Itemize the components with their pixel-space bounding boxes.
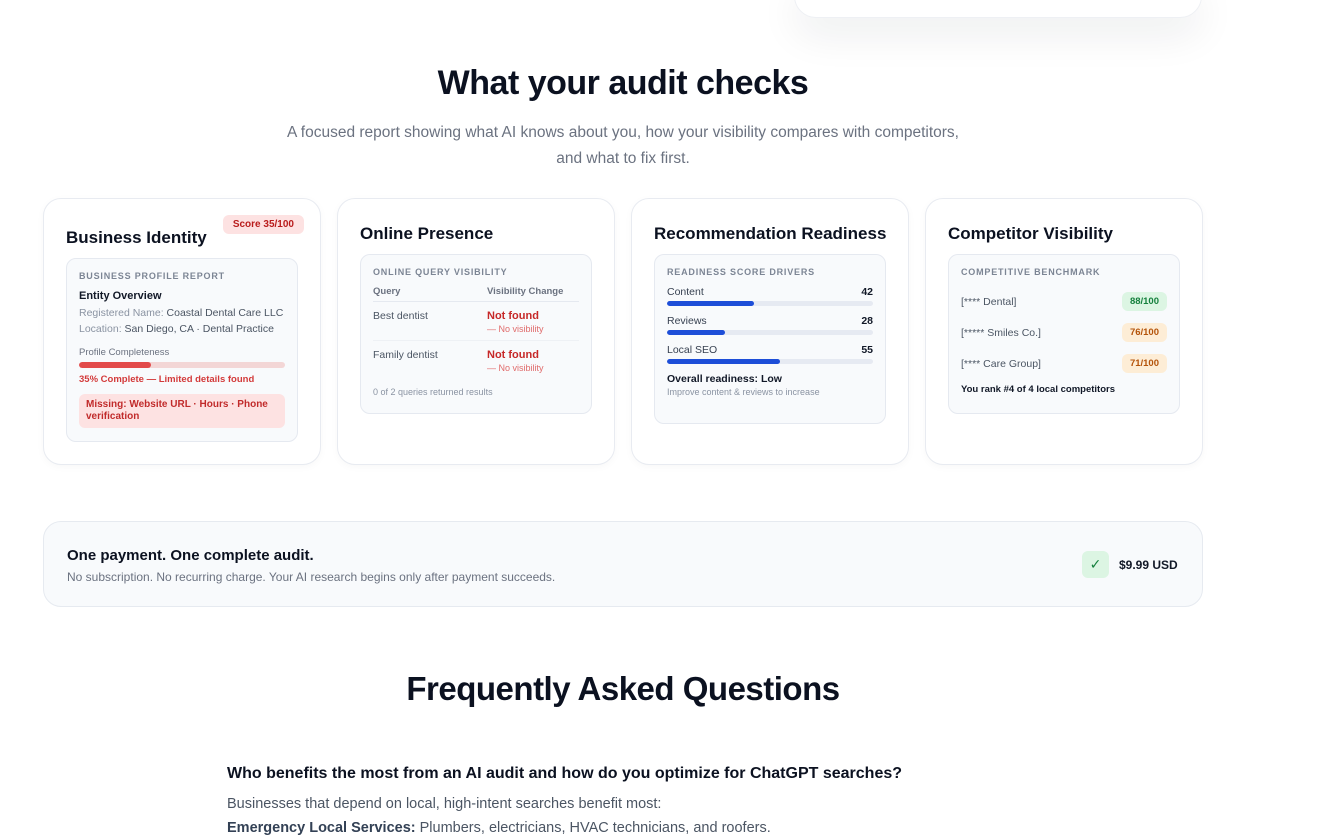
- table-row: Family dentist Not found — No visibility: [373, 341, 579, 380]
- faq-answer-intro: Businesses that depend on local, high-in…: [227, 796, 662, 812]
- panel-label: Readiness Score Drivers: [667, 267, 815, 277]
- overall-readiness: Overall readiness: Low: [667, 373, 782, 385]
- price-label: $9.99 USD: [1119, 558, 1178, 572]
- card-title: Online Presence: [360, 224, 494, 243]
- competitive-benchmark-panel: Competitive Benchmark [**** Dental] 88/1…: [948, 254, 1180, 414]
- status-not-found: Not found: [487, 310, 539, 322]
- faq-question[interactable]: Who benefits the most from an AI audit a…: [227, 765, 902, 783]
- previous-section-card: [794, 0, 1202, 18]
- driver-fill: [667, 301, 754, 306]
- driver-reviews: Reviews 28: [667, 315, 873, 335]
- table-header-row: Query Visibility Change: [373, 286, 579, 302]
- online-presence-card: Online Presence Online Query Visibility …: [337, 198, 615, 465]
- readiness-panel: Readiness Score Drivers Content 42 Review…: [654, 254, 886, 424]
- panel-label: Online Query Visibility: [373, 267, 508, 277]
- completeness-text: 35% Complete — Limited details found: [79, 374, 255, 385]
- competitor-score-badge: 88/100: [1121, 292, 1167, 311]
- driver-fill: [667, 359, 781, 364]
- query-footer: 0 of 2 queries returned results: [373, 387, 493, 397]
- profile-completeness-bar: [79, 362, 285, 368]
- audit-section-title: What your audit checks: [437, 64, 809, 102]
- improve-hint: Improve content & reviews to increase: [667, 387, 820, 397]
- check-icon: ✓: [1082, 551, 1109, 578]
- rank-text: You rank #4 of 4 local competitors: [961, 384, 1115, 395]
- audit-section-subtitle: A focused report showing what AI knows a…: [287, 124, 959, 167]
- competitor-visibility-card: Competitor Visibility Competitive Benchm…: [925, 198, 1203, 465]
- col-visibility-change: Visibility Change: [487, 286, 579, 302]
- entity-overview-title: Entity Overview: [79, 290, 162, 302]
- driver-content: Content 42: [667, 286, 873, 306]
- faq-section-title: Frequently Asked Questions: [406, 670, 840, 707]
- payment-banner: One payment. One complete audit. No subs…: [43, 521, 1203, 607]
- list-item: [**** Dental] 88/100: [961, 286, 1167, 317]
- business-identity-card: Business Identity Score 35/100 Business …: [43, 198, 321, 465]
- location: Location: San Diego, CA · Dental Practic…: [79, 323, 274, 335]
- profile-completeness-label: Profile Completeness: [79, 347, 170, 358]
- card-title: Competitor Visibility: [948, 224, 1113, 243]
- card-title: Business Identity: [66, 228, 207, 247]
- online-query-panel: Online Query Visibility Query Visibility…: [360, 254, 592, 414]
- profile-completeness-fill: [79, 362, 152, 368]
- registered-name: Registered Name: Coastal Dental Care LLC: [79, 307, 284, 319]
- score-badge: Score 35/100: [222, 215, 304, 234]
- panel-label: Competitive Benchmark: [961, 267, 1101, 277]
- faq-answer-item: Emergency Local Services: Plumbers, elec…: [227, 820, 771, 836]
- status-note: — No visibility: [487, 324, 544, 334]
- status-note: — No visibility: [487, 363, 544, 373]
- competitor-score-badge: 71/100: [1121, 354, 1167, 373]
- list-item: [***** Smiles Co.] 76/100: [961, 317, 1167, 348]
- payment-title: One payment. One complete audit.: [67, 547, 314, 564]
- status-not-found: Not found: [487, 349, 539, 361]
- query-visibility-table: Query Visibility Change Best dentist Not…: [373, 286, 579, 379]
- table-row: Best dentist Not found — No visibility: [373, 301, 579, 341]
- panel-label: Business Profile Report: [79, 271, 225, 281]
- card-title: Recommendation Readiness: [654, 224, 887, 243]
- col-query: Query: [373, 286, 487, 302]
- recommendation-readiness-card: Recommendation Readiness Readiness Score…: [631, 198, 909, 465]
- payment-subtitle: No subscription. No recurring charge. Yo…: [67, 570, 556, 584]
- missing-details-alert: Missing: Website URL · Hours · Phone ver…: [79, 394, 285, 428]
- list-item: [**** Care Group] 71/100: [961, 348, 1167, 379]
- driver-local-seo: Local SEO 55: [667, 344, 873, 364]
- driver-fill: [667, 330, 725, 335]
- business-profile-panel: Business Profile Report Entity Overview …: [66, 258, 298, 442]
- competitor-score-badge: 76/100: [1121, 323, 1167, 342]
